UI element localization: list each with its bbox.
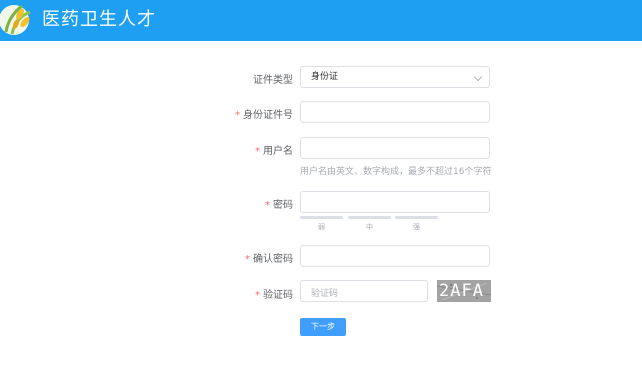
id-number-label: * 身份证件号 [235, 106, 293, 121]
password-field [300, 191, 490, 215]
confirm-password-label-text: 确认密码 [253, 254, 293, 265]
strength-bar [348, 216, 391, 219]
captcha-field [300, 280, 428, 304]
strength-weak: 弱 [300, 216, 343, 232]
username-hint: 用户名由英文、数字构成，最多不超过16个字符 [300, 167, 492, 177]
required-marker: * [235, 110, 240, 121]
strength-medium: 中 [348, 216, 391, 232]
id-number-input[interactable] [301, 105, 489, 125]
username-input[interactable] [301, 141, 489, 161]
chevron-down-icon [473, 72, 483, 82]
strength-strong-label: 强 [413, 223, 420, 231]
password-label: * 密码 [265, 196, 293, 211]
site-title: 医药卫生人才 [42, 9, 156, 30]
id-number-label-text: 身份证件号 [243, 110, 293, 121]
password-input[interactable] [301, 195, 489, 215]
captcha-input[interactable] [301, 284, 427, 304]
required-marker: * [245, 254, 250, 265]
id-type-label: 证件类型 [253, 71, 293, 86]
strength-bar [300, 216, 343, 219]
captcha-label: * 验证码 [255, 286, 293, 301]
next-step-button[interactable]: 下一步 [300, 318, 346, 336]
required-marker: * [265, 200, 270, 211]
top-header-bar: 医药卫生人才 [0, 0, 642, 41]
strength-strong: 强 [395, 216, 438, 232]
id-number-field [300, 101, 490, 125]
required-marker: * [255, 290, 260, 301]
strength-medium-label: 中 [366, 223, 373, 231]
id-type-label-text: 证件类型 [253, 75, 293, 86]
captcha-label-text: 验证码 [263, 290, 293, 301]
captcha-image[interactable]: 2AFA [437, 280, 491, 302]
wheat-leaf-logo-icon [0, 2, 36, 38]
strength-weak-label: 弱 [318, 223, 325, 231]
username-label: * 用户名 [255, 142, 293, 157]
id-type-selected-value: 身份证 [311, 72, 339, 82]
confirm-password-field [300, 245, 490, 269]
strength-bar [395, 216, 438, 219]
captcha-text: 2AFA [439, 281, 484, 301]
confirm-password-input[interactable] [301, 249, 489, 269]
confirm-password-label: * 确认密码 [245, 250, 293, 265]
password-label-text: 密码 [273, 200, 293, 211]
required-marker: * [255, 146, 260, 157]
username-field [300, 137, 490, 161]
id-type-select[interactable]: 身份证 [300, 66, 490, 88]
username-label-text: 用户名 [263, 146, 293, 157]
